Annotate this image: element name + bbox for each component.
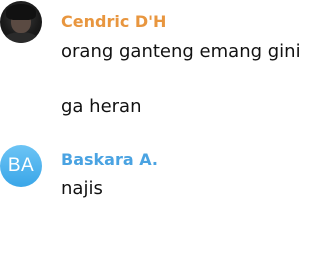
avatar[interactable]: BA [0, 145, 42, 187]
message-text: najis [61, 178, 103, 199]
message-text: orang ganteng emang gini [61, 41, 301, 62]
avatar-photo-shoulders [2, 32, 40, 43]
avatar-photo-hair [6, 4, 36, 20]
sender-name[interactable]: Cendric D'H [61, 12, 166, 31]
chat-message-list: Cendric D'H orang ganteng emang gini ga … [0, 0, 320, 267]
sender-name[interactable]: Baskara A. [61, 150, 158, 169]
avatar[interactable] [0, 1, 42, 43]
message-text: ga heran [61, 96, 142, 117]
